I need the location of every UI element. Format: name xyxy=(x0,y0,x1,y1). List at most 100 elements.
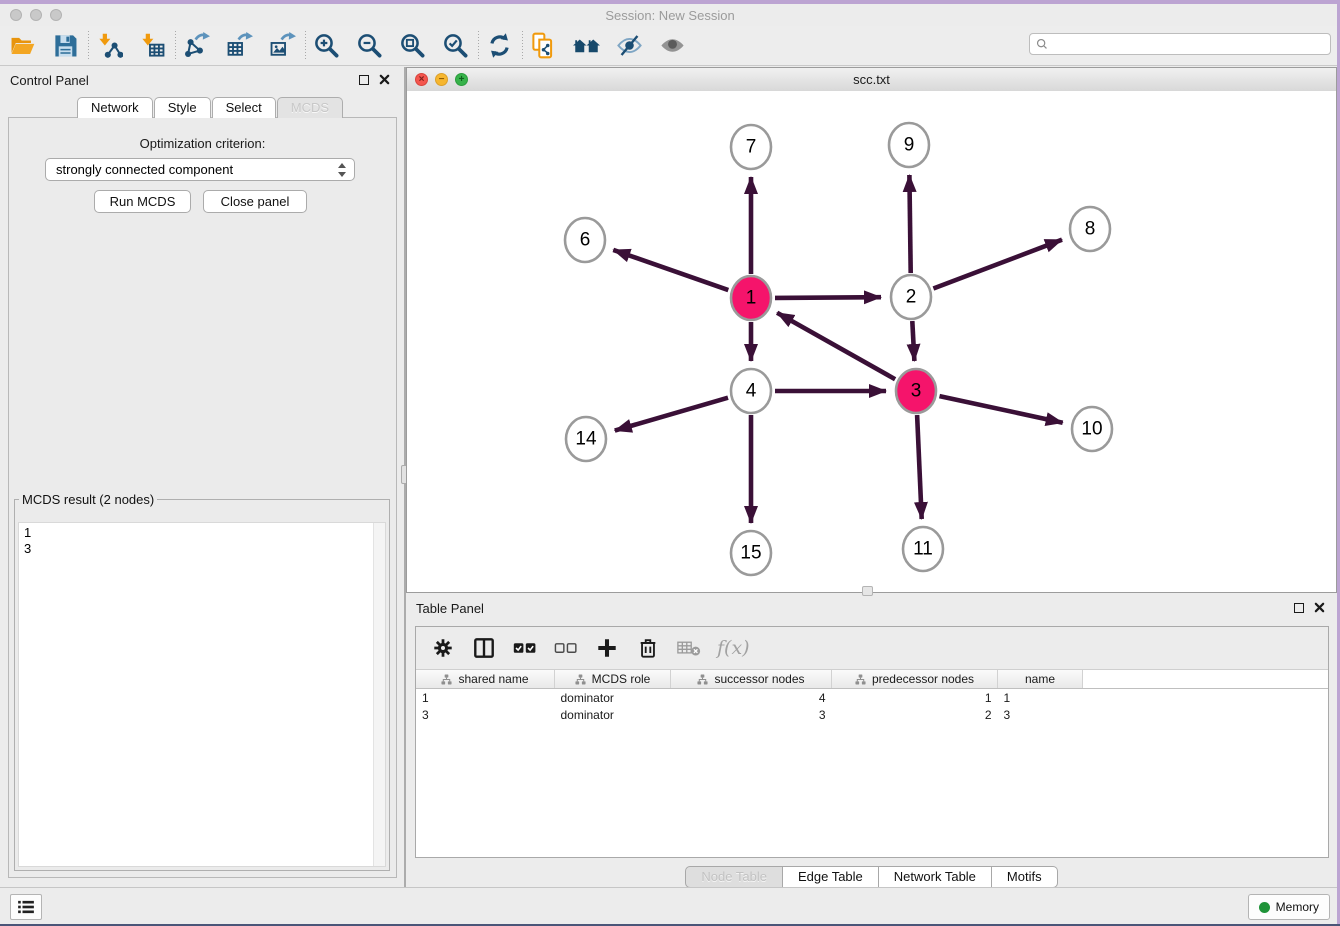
table-toolbar: f(x) xyxy=(416,627,1328,670)
column-header-mcds-role[interactable]: MCDS role xyxy=(555,670,671,689)
memory-button[interactable]: Memory xyxy=(1248,894,1330,920)
open-folder-icon[interactable] xyxy=(5,30,39,62)
tree-icon xyxy=(575,674,586,685)
list-icon xyxy=(17,900,35,914)
copy-network-icon[interactable] xyxy=(526,30,560,62)
cell-successor-nodes[interactable]: 4 xyxy=(671,689,832,707)
graph-edge-4-14[interactable] xyxy=(615,398,728,431)
select-all-icon[interactable] xyxy=(512,635,538,661)
graph-node-11[interactable]: 11 xyxy=(903,527,943,571)
network-window-titlebar[interactable]: × − + scc.txt xyxy=(407,68,1336,92)
cell-filler xyxy=(1083,689,1329,707)
select-stepper-icon xyxy=(338,163,347,177)
hide-eye-icon[interactable] xyxy=(612,30,646,62)
column-header-name[interactable]: name xyxy=(998,670,1083,689)
graph-node-7[interactable]: 7 xyxy=(731,125,771,169)
graph-node-3[interactable]: 3 xyxy=(896,369,936,413)
mcds-result-item[interactable]: 3 xyxy=(24,541,380,557)
show-eye-icon[interactable] xyxy=(655,30,689,62)
header-filler xyxy=(1083,670,1329,689)
search-input[interactable] xyxy=(1053,36,1324,52)
criterion-value: strongly connected component xyxy=(56,162,233,177)
tab-network[interactable]: Network xyxy=(77,97,153,118)
import-table-icon[interactable] xyxy=(135,30,169,62)
graph-edge-3-11[interactable] xyxy=(917,415,922,519)
column-header-predecessor-nodes[interactable]: predecessor nodes xyxy=(832,670,998,689)
export-table-icon[interactable] xyxy=(222,30,256,62)
graph-edge-2-9[interactable] xyxy=(909,175,910,273)
task-history-button[interactable] xyxy=(10,894,42,920)
close-panel-icon[interactable] xyxy=(379,74,390,85)
close-table-panel-icon[interactable] xyxy=(1314,602,1325,613)
float-table-panel-icon[interactable] xyxy=(1294,603,1304,613)
zoom-fit-icon[interactable] xyxy=(395,30,429,62)
cell-mcds-role[interactable]: dominator xyxy=(555,689,671,707)
graph-node-6[interactable]: 6 xyxy=(565,218,605,262)
export-image-icon[interactable] xyxy=(265,30,299,62)
cell-predecessor-nodes[interactable]: 1 xyxy=(832,689,998,707)
result-scrollbar[interactable] xyxy=(373,523,385,866)
graph-edge-1-2[interactable] xyxy=(775,297,881,298)
export-network-icon[interactable] xyxy=(179,30,213,62)
cell-predecessor-nodes[interactable]: 2 xyxy=(832,706,998,723)
save-icon[interactable] xyxy=(48,30,82,62)
split-columns-icon[interactable] xyxy=(471,635,497,661)
graph-edge-2-8[interactable] xyxy=(933,240,1062,289)
tab-network-table[interactable]: Network Table xyxy=(879,866,992,888)
tab-mcds[interactable]: MCDS xyxy=(277,97,343,118)
add-column-icon[interactable] xyxy=(594,635,620,661)
run-mcds-button[interactable]: Run MCDS xyxy=(94,190,191,213)
table-splitter-handle[interactable] xyxy=(862,586,873,596)
criterion-select[interactable]: strongly connected component xyxy=(45,158,355,181)
import-network-icon[interactable] xyxy=(92,30,126,62)
table-panel-title: Table Panel xyxy=(416,601,484,616)
search-box[interactable] xyxy=(1029,33,1331,55)
cell-mcds-role[interactable]: dominator xyxy=(555,706,671,723)
refresh-icon[interactable] xyxy=(482,30,516,62)
zoom-out-icon[interactable] xyxy=(352,30,386,62)
graph-node-label: 3 xyxy=(911,381,922,402)
graph-node-9[interactable]: 9 xyxy=(889,123,929,167)
mcds-result-list[interactable]: 13 xyxy=(18,522,386,867)
graph-node-15[interactable]: 15 xyxy=(731,531,771,575)
column-header-shared-name[interactable]: shared name xyxy=(416,670,555,689)
tab-edge-table[interactable]: Edge Table xyxy=(783,866,879,888)
zoom-selected-icon[interactable] xyxy=(438,30,472,62)
tab-style[interactable]: Style xyxy=(154,97,211,118)
graph-node-1[interactable]: 1 xyxy=(731,276,771,320)
graph-node-10[interactable]: 10 xyxy=(1072,407,1112,451)
graph-node-8[interactable]: 8 xyxy=(1070,207,1110,251)
mcds-result-item[interactable]: 1 xyxy=(24,525,380,541)
optimization-criterion-label: Optimization criterion: xyxy=(9,136,396,151)
tab-motifs[interactable]: Motifs xyxy=(992,866,1058,888)
graph-node-2[interactable]: 2 xyxy=(891,275,931,319)
memory-status-icon xyxy=(1259,902,1270,913)
graph-edge-3-10[interactable] xyxy=(940,396,1063,423)
toolbar-separator xyxy=(175,31,176,61)
gear-icon[interactable] xyxy=(430,635,456,661)
table-row[interactable]: 3dominator323 xyxy=(416,706,1328,723)
graph-edge-3-1[interactable] xyxy=(777,313,895,380)
graph-node-14[interactable]: 14 xyxy=(566,417,606,461)
deselect-all-icon[interactable] xyxy=(553,635,579,661)
cell-shared-name[interactable]: 1 xyxy=(416,689,555,707)
zoom-in-icon[interactable] xyxy=(309,30,343,62)
graph-node-4[interactable]: 4 xyxy=(731,369,771,413)
delete-column-icon[interactable] xyxy=(635,635,661,661)
cell-shared-name[interactable]: 3 xyxy=(416,706,555,723)
tab-node-table[interactable]: Node Table xyxy=(685,866,783,888)
graph-edge-2-3[interactable] xyxy=(912,321,914,361)
node-table: shared nameMCDS rolesuccessor nodesprede… xyxy=(416,670,1328,723)
close-panel-button[interactable]: Close panel xyxy=(203,190,307,213)
cell-name[interactable]: 3 xyxy=(998,706,1083,723)
graph-edge-1-6[interactable] xyxy=(613,250,728,290)
home-icon[interactable] xyxy=(569,30,603,62)
cell-successor-nodes[interactable]: 3 xyxy=(671,706,832,723)
float-panel-icon[interactable] xyxy=(359,75,369,85)
column-header-successor-nodes[interactable]: successor nodes xyxy=(671,670,832,689)
graph-node-label: 15 xyxy=(740,543,761,564)
tab-select[interactable]: Select xyxy=(212,97,276,118)
table-row[interactable]: 1dominator411 xyxy=(416,689,1328,707)
cell-name[interactable]: 1 xyxy=(998,689,1083,707)
network-canvas[interactable]: 7 9 6 8 1 2 4 3 14 10 15 11 xyxy=(407,91,1336,592)
